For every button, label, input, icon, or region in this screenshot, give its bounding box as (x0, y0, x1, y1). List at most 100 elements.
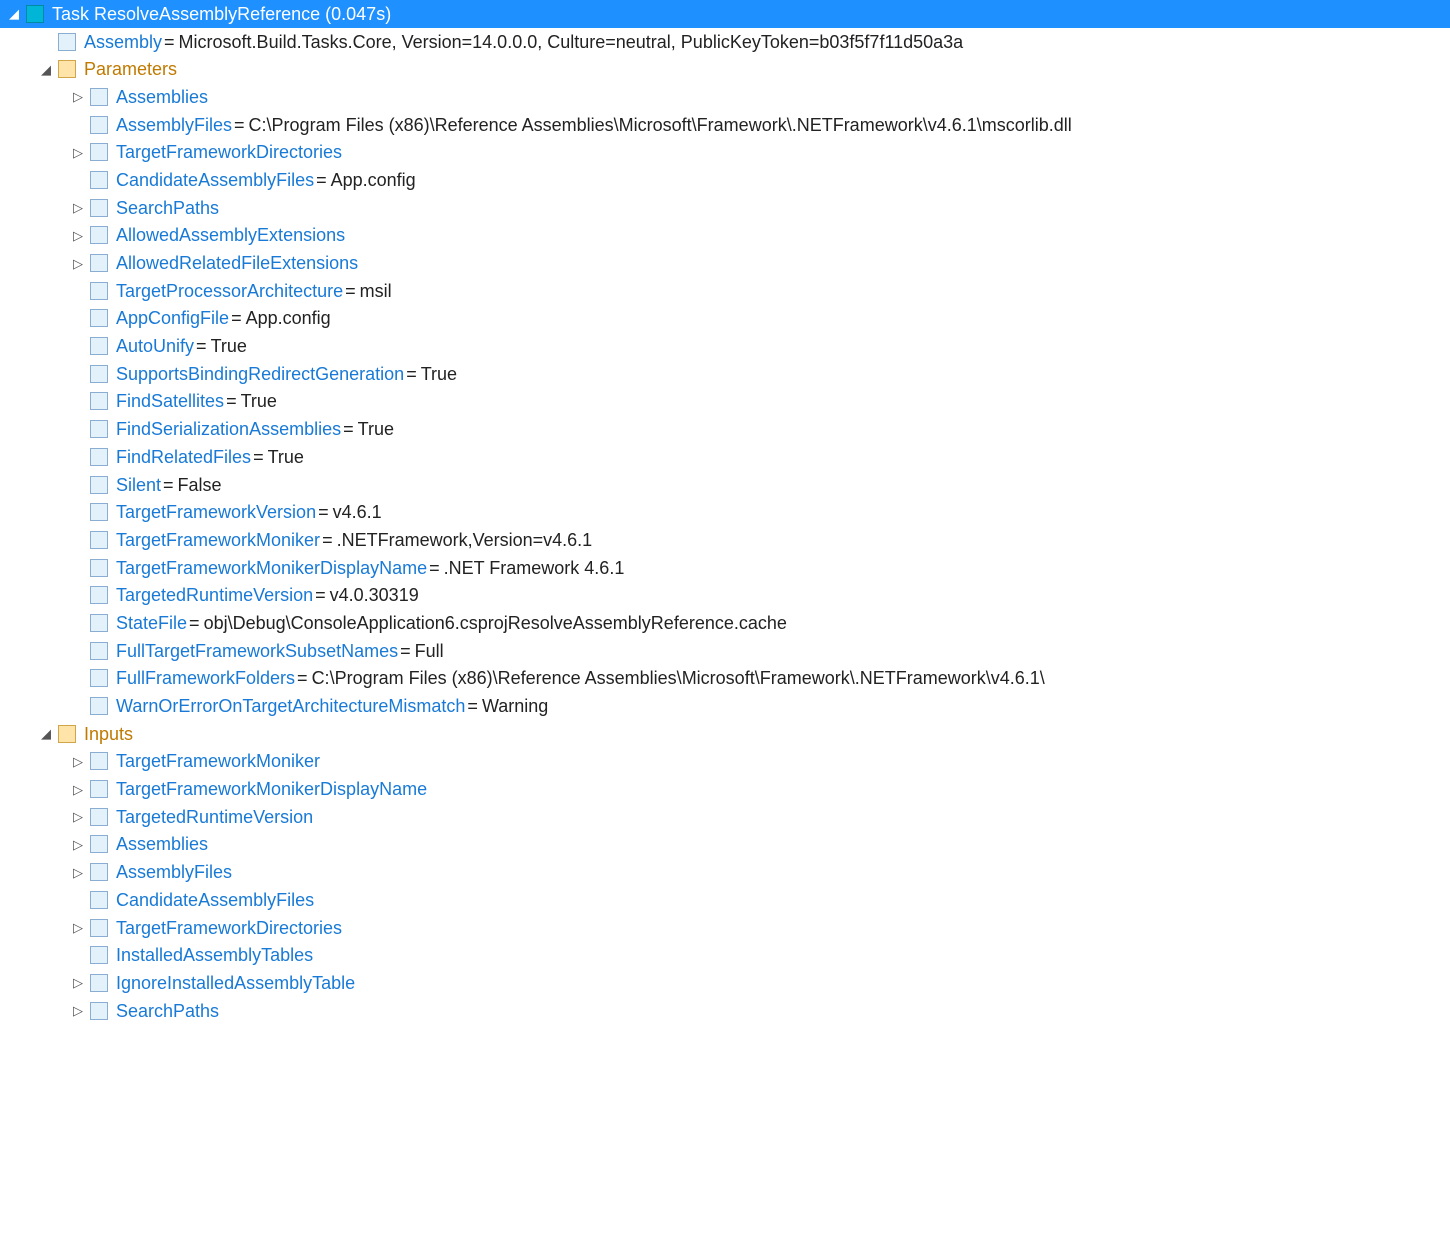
tree-item[interactable]: SupportsBindingRedirectGeneration = True (0, 360, 1450, 388)
item-icon (90, 420, 108, 438)
item-icon (90, 282, 108, 300)
expander-open-icon[interactable]: ◢ (2, 5, 26, 23)
equals-text: = (316, 503, 333, 521)
expander-closed-icon[interactable]: ▷ (66, 974, 90, 992)
tree-item[interactable]: TargetedRuntimeVersion = v4.0.30319 (0, 581, 1450, 609)
tree-item-key: AllowedAssemblyExtensions (116, 226, 345, 244)
item-icon (58, 33, 76, 51)
tree-item-key: Assembly (84, 33, 162, 51)
item-icon (90, 891, 108, 909)
tree-item[interactable]: TargetFrameworkVersion = v4.6.1 (0, 498, 1450, 526)
tree-item-key: AssemblyFiles (116, 863, 232, 881)
expander-closed-icon[interactable]: ▷ (66, 226, 90, 244)
expander-closed-icon[interactable]: ▷ (66, 919, 90, 937)
expander-open-icon[interactable]: ◢ (34, 60, 58, 78)
parameters-folder[interactable]: ◢ Parameters (0, 55, 1450, 83)
tree-item-key: CandidateAssemblyFiles (116, 891, 314, 909)
inputs-folder[interactable]: ◢ Inputs (0, 720, 1450, 748)
expander-open-icon[interactable]: ◢ (34, 725, 58, 743)
tree-item[interactable]: ▷ TargetFrameworkMoniker (0, 748, 1450, 776)
tree-item[interactable]: TargetFrameworkMoniker = .NETFramework,V… (0, 526, 1450, 554)
equals-text: = (427, 559, 444, 577)
tree-item-value: True (241, 392, 277, 410)
tree-item-value: C:\Program Files (x86)\Reference Assembl… (249, 116, 1072, 134)
tree-item[interactable]: ▷ AllowedRelatedFileExtensions (0, 249, 1450, 277)
expander-closed-icon[interactable]: ▷ (66, 863, 90, 881)
equals-text: = (398, 642, 415, 660)
item-icon (90, 365, 108, 383)
tree-item[interactable]: FullTargetFrameworkSubsetNames = Full (0, 637, 1450, 665)
tree-item-value: v4.6.1 (333, 503, 382, 521)
item-icon (90, 143, 108, 161)
tree-item[interactable]: AutoUnify = True (0, 332, 1450, 360)
expander-closed-icon[interactable]: ▷ (66, 808, 90, 826)
tree-item[interactable]: TargetProcessorArchitecture = msil (0, 277, 1450, 305)
tree-item-value: msil (360, 282, 392, 300)
tree-item[interactable]: ▷SearchPaths (0, 997, 1450, 1025)
tree-item[interactable]: ▷ Assemblies (0, 83, 1450, 111)
tree-item[interactable]: ▷ TargetFrameworkDirectories (0, 914, 1450, 942)
tree-item-key: Assemblies (116, 88, 208, 106)
tree-item-key: TargetFrameworkMoniker (116, 752, 320, 770)
expander-closed-icon[interactable]: ▷ (66, 88, 90, 106)
item-icon (90, 863, 108, 881)
tree-item[interactable]: StateFile = obj\Debug\ConsoleApplication… (0, 609, 1450, 637)
tree-item-key: FullFrameworkFolders (116, 669, 295, 687)
expander-closed-icon[interactable]: ▷ (66, 143, 90, 161)
expander-closed-icon[interactable]: ▷ (66, 254, 90, 272)
tree-view: ◢ Task ResolveAssemblyReference (0.047s)… (0, 0, 1450, 1024)
tree-item-key: Assemblies (116, 835, 208, 853)
expander-closed-icon[interactable]: ▷ (66, 835, 90, 853)
equals-text: = (404, 365, 421, 383)
expander-closed-icon[interactable]: ▷ (66, 780, 90, 798)
tree-item[interactable]: InstalledAssemblyTables (0, 941, 1450, 969)
tree-item[interactable]: FullFrameworkFolders = C:\Program Files … (0, 665, 1450, 693)
expander-closed-icon[interactable]: ▷ (66, 199, 90, 217)
tree-item[interactable]: ▷ AllowedAssemblyExtensions (0, 222, 1450, 250)
tree-item[interactable]: WarnOrErrorOnTargetArchitectureMismatch … (0, 692, 1450, 720)
equals-text: = (162, 33, 179, 51)
tree-item[interactable]: ▷TargetedRuntimeVersion (0, 803, 1450, 831)
item-icon (90, 448, 108, 466)
tree-item[interactable]: FindSerializationAssemblies = True (0, 415, 1450, 443)
tree-item-key: TargetFrameworkVersion (116, 503, 316, 521)
tree-item[interactable]: AssemblyFiles = C:\Program Files (x86)\R… (0, 111, 1450, 139)
folder-icon (58, 725, 76, 743)
tree-item-key: WarnOrErrorOnTargetArchitectureMismatch (116, 697, 465, 715)
tree-item[interactable]: ▷ Assemblies (0, 831, 1450, 859)
tree-item-key: CandidateAssemblyFiles (116, 171, 314, 189)
tree-item[interactable]: Silent = False (0, 471, 1450, 499)
tree-item-key: FindRelatedFiles (116, 448, 251, 466)
item-icon (90, 752, 108, 770)
tree-item-key: TargetFrameworkDirectories (116, 919, 342, 937)
tree-item[interactable]: ▷SearchPaths (0, 194, 1450, 222)
tree-item[interactable]: ▷TargetFrameworkDirectories (0, 138, 1450, 166)
tree-item[interactable]: ▷IgnoreInstalledAssemblyTable (0, 969, 1450, 997)
tree-item-value: obj\Debug\ConsoleApplication6.csprojReso… (204, 614, 787, 632)
expander-closed-icon[interactable]: ▷ (66, 752, 90, 770)
tree-item-key: AllowedRelatedFileExtensions (116, 254, 358, 272)
parameters-list: ▷ Assemblies AssemblyFiles = C:\Program Fi… (0, 83, 1450, 720)
tree-item[interactable]: CandidateAssemblyFiles (0, 886, 1450, 914)
tree-item-value: App.config (331, 171, 416, 189)
tree-item[interactable]: ▷ TargetFrameworkMonikerDisplayName (0, 775, 1450, 803)
tree-item[interactable]: FindSatellites = True (0, 388, 1450, 416)
item-icon (90, 669, 108, 687)
item-icon (90, 88, 108, 106)
tree-item[interactable]: FindRelatedFiles = True (0, 443, 1450, 471)
tree-item[interactable]: AppConfigFile = App.config (0, 305, 1450, 333)
folder-label: Inputs (84, 725, 133, 743)
tree-item-key: TargetFrameworkMonikerDisplayName (116, 780, 427, 798)
expander-closed-icon[interactable]: ▷ (66, 1002, 90, 1020)
item-icon (90, 586, 108, 604)
equals-text: = (314, 171, 331, 189)
equals-text: = (194, 337, 211, 355)
tree-item[interactable]: CandidateAssemblyFiles = App.config (0, 166, 1450, 194)
equals-text: = (341, 420, 358, 438)
tree-item[interactable]: ▷ AssemblyFiles (0, 858, 1450, 886)
tree-item[interactable]: TargetFrameworkMonikerDisplayName = .NET… (0, 554, 1450, 582)
equals-text: = (224, 392, 241, 410)
tree-item[interactable]: Assembly = Microsoft.Build.Tasks.Core, V… (0, 28, 1450, 56)
task-label: Task ResolveAssemblyReference (0.047s) (52, 5, 391, 23)
task-row[interactable]: ◢ Task ResolveAssemblyReference (0.047s) (0, 0, 1450, 28)
